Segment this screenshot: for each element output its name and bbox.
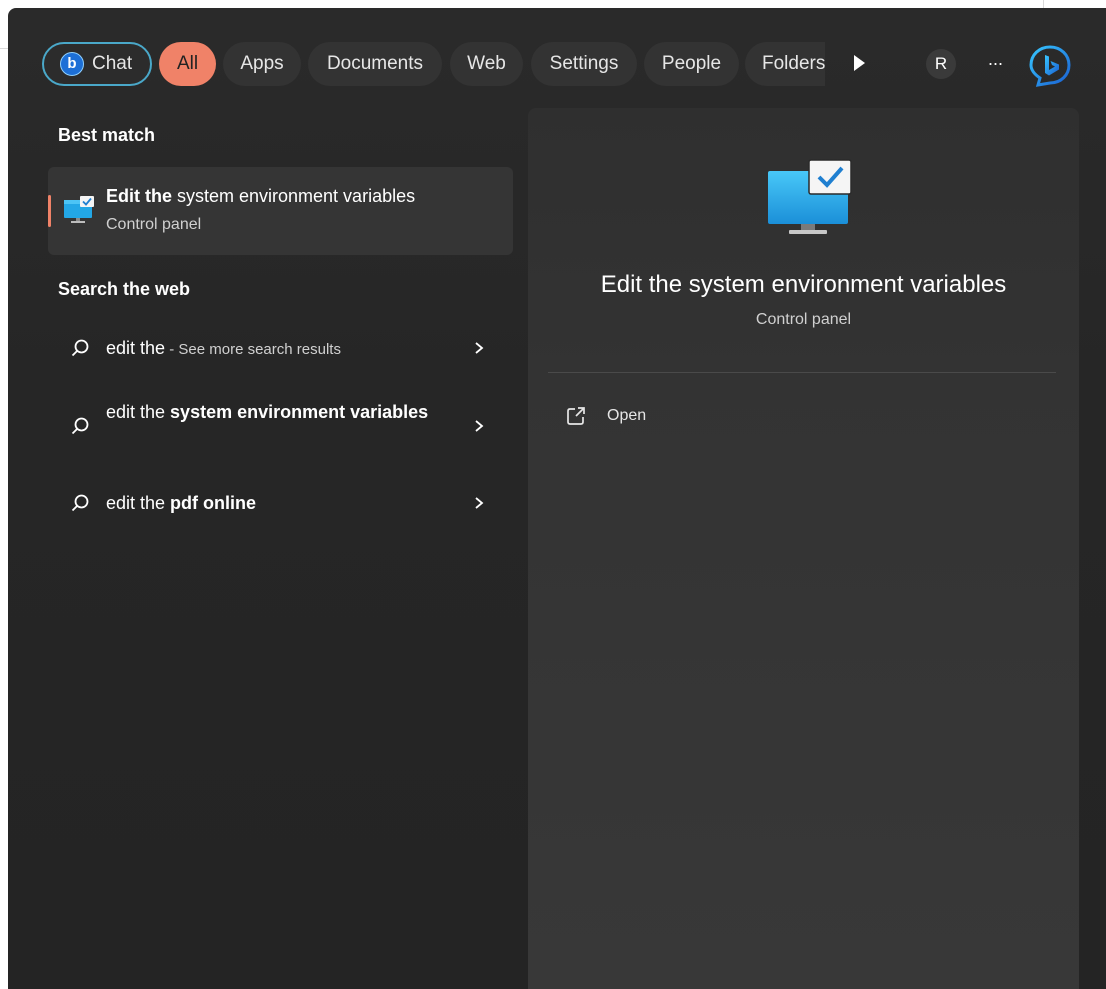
filter-chat-label: Chat [92, 53, 133, 74]
filter-settings-button[interactable]: Settings [531, 42, 637, 86]
avatar-initial: R [934, 54, 948, 73]
filter-bar: Chat All Apps Documents Web Settings Peo… [8, 8, 1106, 108]
suggestion-query: edit the [106, 493, 171, 513]
best-match-title-bold: Edit the [106, 186, 172, 206]
start-search-panel: Chat All Apps Documents Web Settings Peo… [8, 8, 1106, 989]
web-search-suggestion[interactable]: edit the system environment variables [48, 396, 513, 456]
filter-apps-label: Apps [240, 53, 284, 74]
open-external-icon [567, 407, 585, 425]
scroll-filters-right-icon[interactable] [854, 55, 865, 71]
search-icon [71, 339, 89, 357]
best-match-subtitle: Control panel [106, 216, 202, 233]
filter-settings-label: Settings [549, 53, 619, 74]
chevron-right-icon [475, 420, 484, 432]
filter-all-label: All [176, 53, 199, 74]
bing-chat-icon [60, 52, 84, 76]
monitor-checkmark-icon [64, 196, 94, 223]
suggestion-text: edit the pdf online [106, 493, 256, 514]
monitor-checkmark-icon [768, 159, 852, 234]
preview-pane: Edit the system environment variables Co… [528, 108, 1079, 989]
suggestion-completion: system environment variables [170, 402, 429, 422]
filter-people-label: People [661, 53, 722, 74]
filter-all-button[interactable]: All [159, 42, 216, 86]
suggestion-query: edit the [106, 402, 171, 422]
more-options-label: ··· [987, 53, 1004, 73]
bing-icon[interactable] [1028, 44, 1072, 88]
best-match-title: Edit the system environment variables [106, 186, 415, 207]
filter-apps-button[interactable]: Apps [223, 42, 301, 86]
user-avatar[interactable]: R [926, 49, 956, 79]
suggestion-hint: - See more search results [165, 341, 341, 358]
best-match-title-rest: system environment variables [172, 186, 416, 206]
web-search-suggestion[interactable]: edit the pdf online [48, 483, 513, 523]
search-icon [71, 417, 89, 435]
suggestion-text: edit the system environment variables [106, 398, 470, 427]
open-action-button[interactable]: Open [548, 398, 748, 434]
search-icon [71, 494, 89, 512]
search-web-header: Search the web [58, 279, 191, 299]
suggestion-completion: pdf online [170, 493, 257, 513]
suggestion-query: edit the [106, 338, 166, 358]
filter-folders-label: Folders [762, 53, 825, 74]
best-match-result[interactable]: Edit the system environment variables Co… [48, 167, 513, 255]
best-match-header: Best match [58, 125, 156, 145]
preview-title: Edit the system environment variables [600, 271, 1007, 298]
filter-people-button[interactable]: People [644, 42, 739, 86]
filter-web-label: Web [467, 53, 506, 74]
suggestion-text: edit the - See more search results [106, 338, 341, 359]
filter-web-button[interactable]: Web [450, 42, 523, 86]
selection-indicator [48, 195, 51, 227]
results-list: Best match Edit the system environment v… [8, 108, 528, 989]
preview-subtitle: Control panel [755, 311, 852, 328]
filter-documents-label: Documents [326, 53, 424, 74]
preview-divider [548, 372, 1056, 373]
filter-folders-button[interactable]: Folders [745, 42, 825, 86]
filter-chat-button[interactable]: Chat [42, 42, 152, 86]
chevron-right-icon [475, 497, 484, 509]
more-options-icon[interactable]: ··· [980, 48, 1010, 78]
open-action-label: Open [607, 407, 647, 424]
chevron-right-icon [475, 342, 484, 354]
filter-documents-button[interactable]: Documents [308, 42, 442, 86]
web-search-suggestion[interactable]: edit the - See more search results [48, 328, 513, 368]
